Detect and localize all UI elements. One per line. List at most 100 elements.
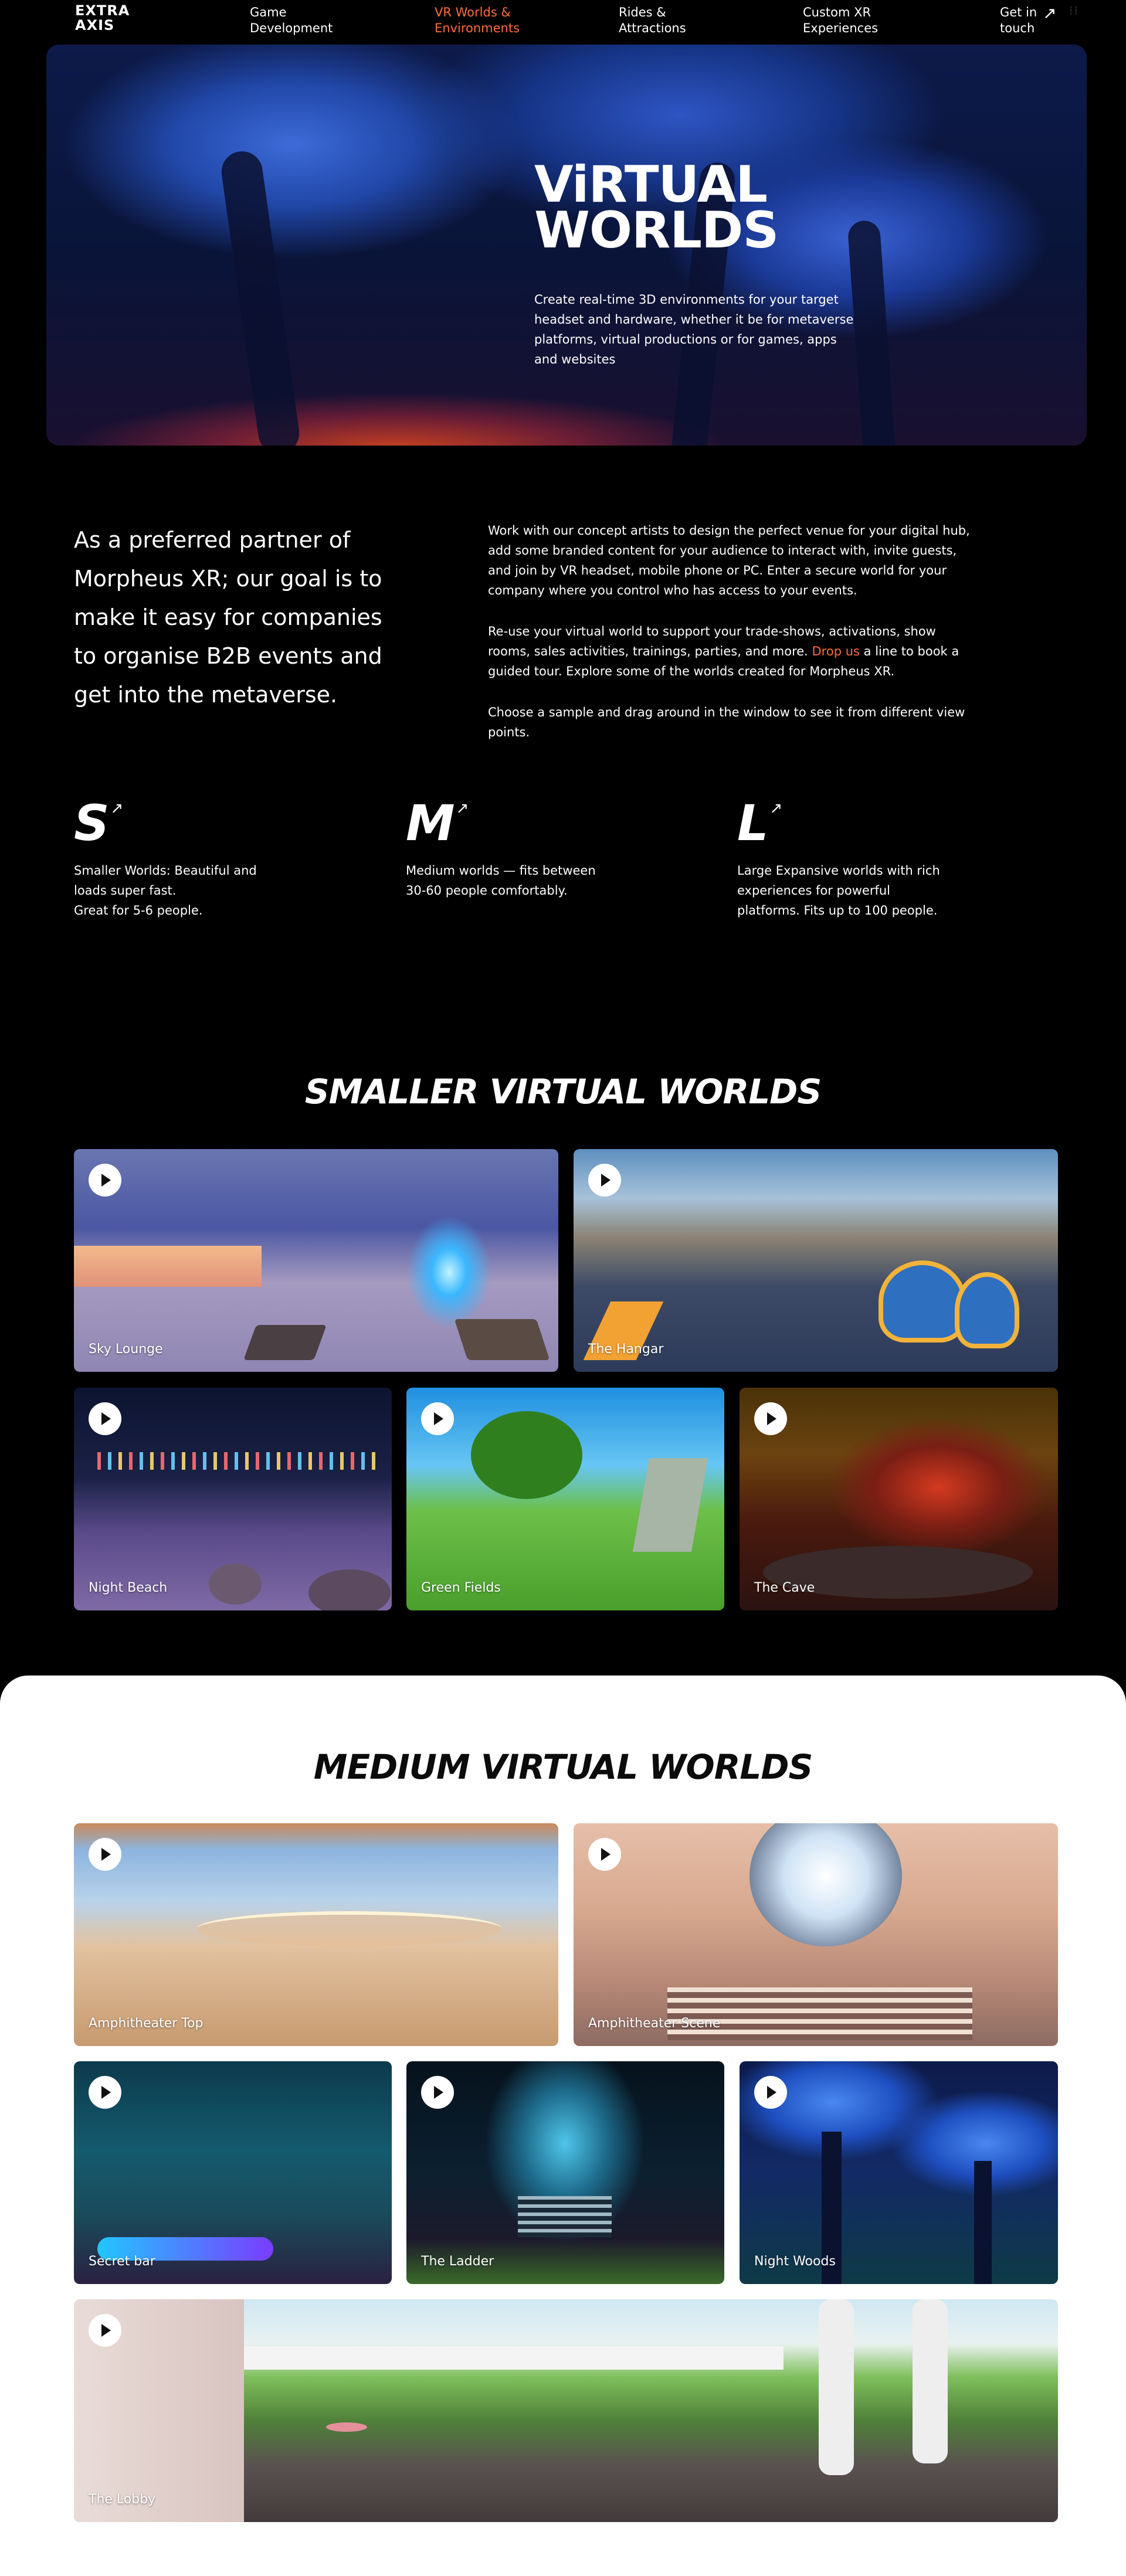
- nav-item-label-line-1: Rides &: [619, 5, 666, 19]
- size-description-line: platforms. Fits up to 100 people.: [737, 903, 938, 917]
- rock-shape: [308, 1569, 391, 1610]
- arrow-up-right-icon: ↗: [456, 800, 469, 817]
- intro-lead: As a preferred partner of Morpheus XR; o…: [74, 527, 382, 708]
- nav-item-label-line-2: Development: [250, 21, 333, 35]
- top-nav: EXTRA AXIS Game Development VR Worlds & …: [0, 0, 1126, 42]
- tree-shape: [471, 1411, 582, 1499]
- nav-item-custom-xr[interactable]: Custom XR Experiences: [803, 5, 920, 36]
- drop-us-link[interactable]: Drop us: [812, 644, 860, 658]
- card-label: Night Beach: [89, 1581, 168, 1595]
- play-icon[interactable]: [89, 2076, 121, 2109]
- size-description-line: Smaller Worlds: Beautiful and: [74, 864, 257, 878]
- play-icon[interactable]: [421, 1402, 454, 1435]
- menu-icon[interactable]: ⁞⁞: [1069, 4, 1079, 18]
- arrow-up-right-icon: ↗: [110, 800, 124, 817]
- size-letter: L: [737, 794, 769, 852]
- nav-item-rides-attractions[interactable]: Rides & Attractions: [619, 5, 736, 36]
- stairs-shape: [667, 1987, 972, 2040]
- size-description: Large Expansive worlds with rich experie…: [737, 861, 960, 920]
- world-card-night-woods[interactable]: Night Woods: [740, 2061, 1058, 2284]
- card-label: Secret bar: [89, 2254, 155, 2269]
- play-icon[interactable]: [89, 2314, 121, 2347]
- intro-paragraph-1: Work with our concept artists to design …: [488, 524, 970, 597]
- hero-banner: ViRTUAL WORLDS Create real-time 3D envir…: [46, 45, 1087, 446]
- medium-worlds-title: MEDIUM VIRTUAL WORLDS: [313, 1747, 813, 1787]
- size-description-line: loads super fast.: [74, 883, 177, 898]
- play-icon[interactable]: [89, 1838, 121, 1871]
- skylight-shape: [749, 1823, 902, 1946]
- world-card-night-beach[interactable]: Night Beach: [74, 1388, 392, 1610]
- play-icon[interactable]: [421, 2076, 454, 2109]
- card-label: The Hangar: [588, 1342, 664, 1357]
- card-label: Green Fields: [421, 1581, 501, 1595]
- play-icon[interactable]: [89, 1164, 121, 1197]
- logo[interactable]: EXTRA AXIS: [75, 4, 140, 33]
- nav-item-label-line-1: VR Worlds &: [435, 5, 511, 19]
- size-description-line: Large Expansive worlds with rich: [737, 864, 940, 878]
- shield-sign-shape: [879, 1260, 966, 1343]
- card-label: The Lobby: [89, 2492, 156, 2507]
- world-card-green-fields[interactable]: Green Fields: [406, 1388, 724, 1610]
- card-label: Night Woods: [754, 2254, 836, 2269]
- size-large[interactable]: L↗ Large Expansive worlds with rich expe…: [737, 798, 960, 920]
- world-card-the-lobby[interactable]: The Lobby: [74, 2299, 1058, 2522]
- stage-ring-shape: [197, 1911, 502, 1946]
- logo-line-2: AXIS: [75, 17, 115, 33]
- size-description-line: experiences for powerful: [737, 883, 891, 898]
- window-view-shape: [74, 1246, 262, 1287]
- cta-line-1: Get in: [1000, 5, 1037, 19]
- string-lights-shape: [97, 1452, 379, 1470]
- nav-item-label-line-1: Custom XR: [803, 5, 871, 19]
- play-icon[interactable]: [754, 2076, 787, 2109]
- world-card-the-hangar[interactable]: The Hangar: [574, 1149, 1058, 1372]
- tree-trunk-shape: [974, 2161, 992, 2284]
- get-in-touch-link[interactable]: Get in touch: [1000, 5, 1047, 36]
- hero-title: ViRTUAL WORLDS: [534, 159, 779, 260]
- card-label: The Ladder: [421, 2254, 494, 2269]
- nav-item-label-line-2: Environments: [435, 21, 520, 35]
- play-icon[interactable]: [588, 1164, 621, 1197]
- card-label: The Cave: [754, 1581, 815, 1595]
- play-icon[interactable]: [754, 1402, 787, 1435]
- rock-shape: [209, 1564, 262, 1605]
- nav-item-game-development[interactable]: Game Development: [250, 5, 367, 36]
- arrow-up-right-icon[interactable]: ↗: [1043, 4, 1056, 23]
- size-description-line: Medium worlds — fits between: [406, 864, 596, 878]
- play-icon[interactable]: [588, 1838, 621, 1871]
- size-letter: S: [74, 794, 110, 852]
- rock-shape: [632, 1458, 708, 1552]
- railing-shape: [244, 2346, 784, 2370]
- hero-title-line-2: WORLDS: [534, 201, 779, 260]
- pillar-shape: [913, 2299, 948, 2463]
- size-medium[interactable]: M↗ Medium worlds — fits between 30-60 pe…: [406, 798, 605, 900]
- shield-sign-shape: [955, 1272, 1019, 1348]
- size-small[interactable]: S↗ Smaller Worlds: Beautiful and loads s…: [74, 798, 273, 920]
- table-shape: [326, 2422, 367, 2432]
- size-description-line: Great for 5-6 people.: [74, 903, 203, 917]
- nav-item-label-line-1: Game: [250, 5, 287, 19]
- cta-line-2: touch: [1000, 21, 1035, 35]
- size-description: Smaller Worlds: Beautiful and loads supe…: [74, 861, 273, 920]
- lounge-chair-shape: [454, 1319, 550, 1360]
- smaller-worlds-title: SMALLER VIRTUAL WORLDS: [304, 1072, 822, 1112]
- card-label: Sky Lounge: [89, 1342, 163, 1357]
- world-card-the-ladder[interactable]: The Ladder: [406, 2061, 724, 2284]
- arrow-up-right-icon: ↗: [769, 800, 783, 817]
- world-card-the-cave[interactable]: The Cave: [740, 1388, 1058, 1610]
- nav-item-vr-worlds[interactable]: VR Worlds & Environments: [435, 5, 552, 36]
- play-icon[interactable]: [89, 1402, 121, 1435]
- size-description: Medium worlds — fits between 30-60 peopl…: [406, 861, 605, 900]
- card-label: Amphitheater Scene: [588, 2016, 721, 2031]
- stairs-shape: [518, 2196, 612, 2237]
- intro-paragraph-2: Re-use your virtual world to support you…: [488, 621, 975, 681]
- world-card-amphitheater-scene[interactable]: Amphitheater Scene: [574, 1823, 1058, 2046]
- size-letter: M: [406, 794, 455, 852]
- world-card-amphitheater-top[interactable]: Amphitheater Top: [74, 1823, 558, 2046]
- intro-body: Work with our concept artists to design …: [488, 521, 975, 763]
- size-description-line: 30-60 people comfortably.: [406, 883, 568, 898]
- world-card-secret-bar[interactable]: Secret bar: [74, 2061, 392, 2284]
- card-label: Amphitheater Top: [89, 2016, 204, 2031]
- tree-trunk-shape: [219, 148, 302, 446]
- world-card-sky-lounge[interactable]: Sky Lounge: [74, 1149, 558, 1372]
- intro-paragraph-3: Choose a sample and drag around in the w…: [488, 705, 965, 739]
